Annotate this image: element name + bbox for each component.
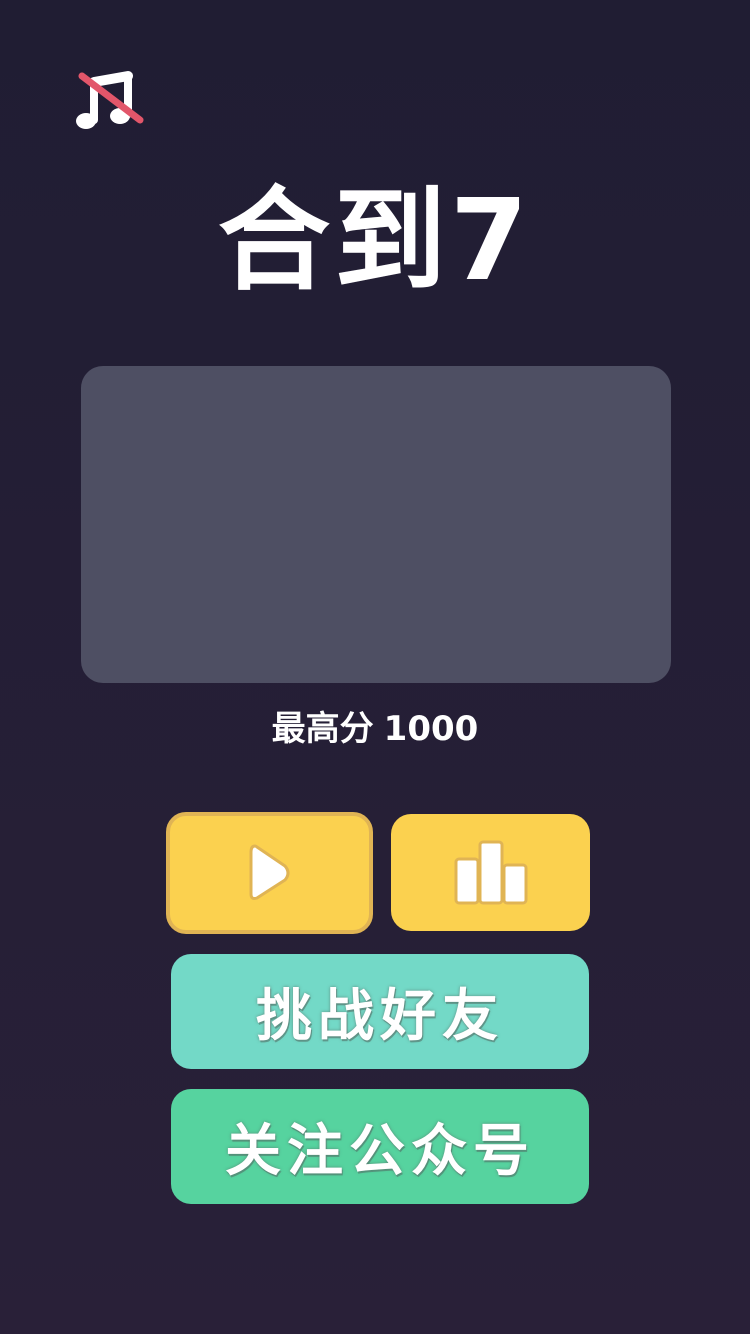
music-toggle-button[interactable] (72, 70, 148, 136)
best-score-value: 1000 (383, 709, 479, 749)
best-score: 最高分 1000 (0, 708, 750, 750)
leaderboard-icon (454, 840, 527, 904)
game-title: 合到7 (218, 176, 532, 306)
play-icon (249, 844, 289, 900)
leaderboard-button[interactable] (391, 814, 590, 931)
best-score-label: 最高分 (271, 709, 374, 749)
music-muted-icon (76, 71, 144, 129)
game-preview-panel (81, 366, 671, 683)
follow-account-button[interactable]: 关注公众号 (171, 1089, 589, 1204)
play-button[interactable] (166, 812, 373, 934)
challenge-friends-button[interactable]: 挑战好友 (171, 954, 589, 1069)
challenge-friends-label: 挑战好友 (256, 984, 504, 1049)
follow-account-label: 关注公众号 (225, 1119, 535, 1184)
